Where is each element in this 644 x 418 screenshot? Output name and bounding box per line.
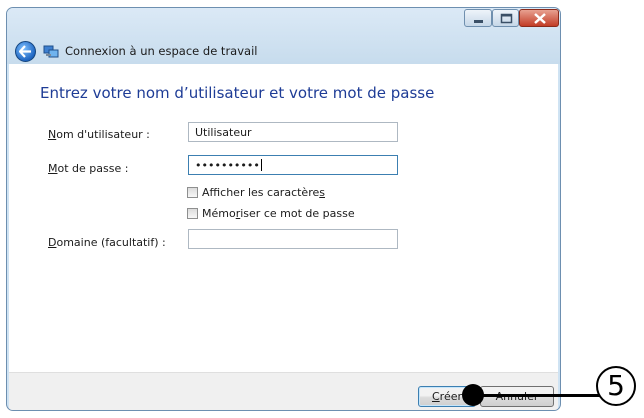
- username-input[interactable]: Utilisateur: [188, 122, 398, 142]
- remember-password-checkbox[interactable]: [187, 208, 198, 219]
- domain-input[interactable]: [188, 229, 398, 249]
- maximize-button[interactable]: [492, 9, 519, 27]
- text-caret: [260, 159, 262, 171]
- callout-line: [470, 394, 600, 397]
- remote-workspace-icon: [43, 45, 59, 58]
- show-characters-checkbox[interactable]: [187, 187, 198, 198]
- show-characters-option[interactable]: Afficher les caractères: [187, 186, 325, 200]
- close-icon: [534, 13, 546, 24]
- username-label: Nom d'utilisateur :: [48, 128, 150, 141]
- page-heading: Entrez votre nom d’utilisateur et votre …: [40, 84, 435, 102]
- callout-dot: [462, 384, 484, 406]
- remember-password-option[interactable]: Mémoriser ce mot de passe: [187, 207, 355, 221]
- minimize-button[interactable]: [464, 9, 492, 27]
- back-arrow-icon: [19, 45, 31, 58]
- password-input[interactable]: ••••••••••: [188, 155, 398, 175]
- close-button[interactable]: [519, 9, 559, 27]
- password-label: Mot de passe :: [48, 162, 129, 175]
- back-button[interactable]: [15, 41, 36, 62]
- minimize-icon: [474, 20, 483, 23]
- domain-label: Domaine (facultatif) :: [48, 236, 166, 249]
- window-title: Connexion à un espace de travail: [65, 44, 258, 58]
- callout-number: 5: [596, 366, 636, 406]
- maximize-icon: [500, 13, 513, 24]
